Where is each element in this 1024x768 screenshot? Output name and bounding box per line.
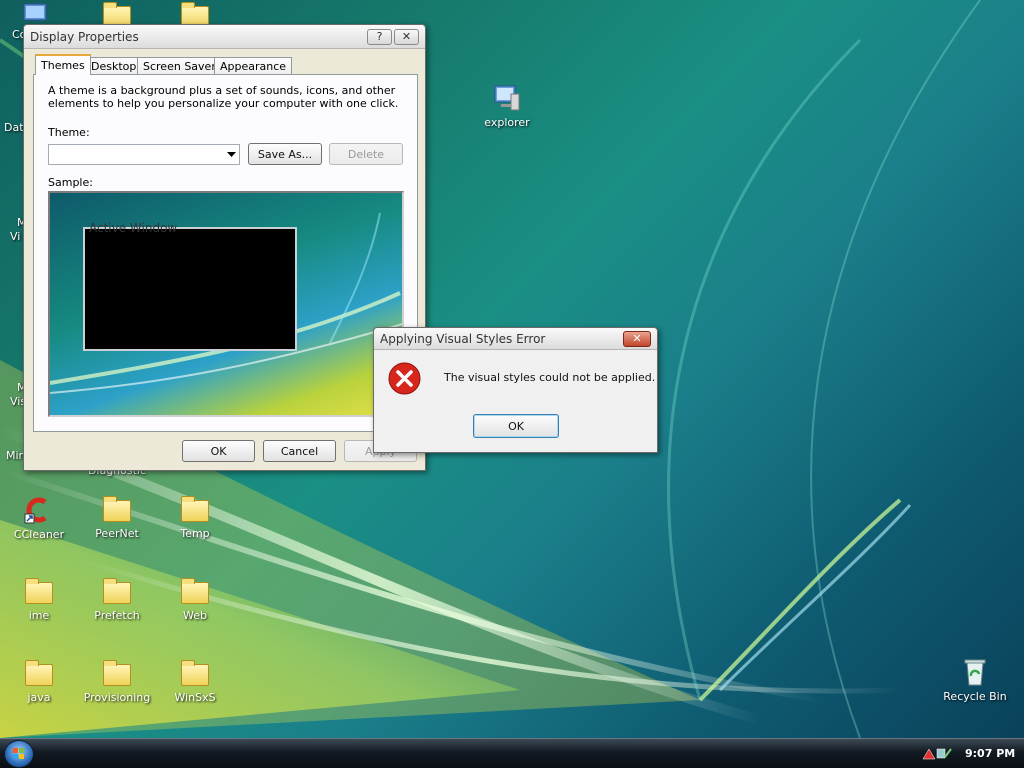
desktop-icon-label: Prefetch	[94, 609, 140, 622]
tab-themes[interactable]: Themes	[35, 54, 91, 75]
error-dialog-title: Applying Visual Styles Error	[380, 331, 546, 346]
cancel-button[interactable]: Cancel	[263, 440, 336, 462]
tab-appearance[interactable]: Appearance	[214, 57, 293, 75]
desktop-icon-label: explorer	[484, 116, 530, 129]
sample-active-window: Active Window	[83, 221, 297, 351]
themes-tab-page: A theme is a background plus a set of so…	[33, 74, 418, 432]
desktop-icon-label: Dat	[4, 121, 24, 134]
desktop-icon-ccleaner[interactable]: CCleaner	[1, 496, 77, 541]
theme-select[interactable]	[48, 144, 240, 165]
desktop-icon-explorer[interactable]: explorer	[469, 84, 545, 129]
error-ok-button[interactable]: OK	[473, 414, 559, 438]
desktop-icon-label: CCleaner	[13, 528, 65, 541]
folder-icon	[25, 660, 53, 686]
start-button[interactable]	[4, 740, 34, 768]
close-button[interactable]: ✕	[394, 28, 419, 45]
folder-icon	[103, 660, 131, 686]
theme-label: Theme:	[48, 126, 90, 139]
taskbar: 9:07 PM	[0, 738, 1024, 768]
folder-icon	[181, 496, 209, 522]
desktop-icon-java[interactable]: java	[1, 660, 77, 704]
tab-desktop[interactable]: Desktop	[85, 57, 143, 75]
window-title: Display Properties	[30, 29, 139, 44]
error-dialog-titlebar[interactable]: Applying Visual Styles Error ✕	[374, 328, 657, 350]
desktop-icon-web[interactable]: Web	[157, 578, 233, 622]
windows-logo-icon	[13, 748, 24, 759]
desktop-icon-label: PeerNet	[95, 527, 139, 540]
desktop-icon-label: Web	[183, 609, 207, 622]
desktop-icon-label: ime	[28, 609, 50, 622]
ccleaner-icon	[24, 497, 47, 524]
desktop-icon-label: WinSxS	[174, 691, 216, 704]
tab-screen-saver[interactable]: Screen Saver	[137, 57, 222, 75]
clock[interactable]: 9:07 PM	[965, 747, 1015, 760]
desktop-icon-label: Temp	[180, 527, 210, 540]
desktop-icon-label: Recycle Bin	[943, 690, 1007, 703]
folder-icon	[181, 578, 209, 604]
desktop-icon-peernet[interactable]: PeerNet	[79, 496, 155, 540]
error-icon	[388, 362, 421, 395]
folder-icon	[25, 578, 53, 604]
explorer-icon	[494, 85, 520, 111]
display-properties-window: Display Properties ? ✕ Themes Desktop Sc…	[23, 24, 426, 471]
desktop-icon-prefetch[interactable]: Prefetch	[79, 578, 155, 622]
system-tray-icons[interactable]	[921, 745, 955, 763]
themes-description: A theme is a background plus a set of so…	[48, 84, 399, 110]
folder-icon	[103, 496, 131, 522]
folder-icon	[103, 578, 131, 604]
desktop-icon-ime[interactable]: ime	[1, 578, 77, 622]
folder-icon	[181, 660, 209, 686]
theme-sample-preview: Active Window	[48, 191, 404, 417]
desktop-icon-label: java	[27, 691, 51, 704]
display-properties-titlebar[interactable]: Display Properties ? ✕	[24, 25, 425, 49]
recycle-bin-icon	[964, 659, 986, 686]
error-dialog: Applying Visual Styles Error ✕ The visua…	[373, 327, 658, 453]
desktop-icon-provisioning[interactable]: Provisioning	[79, 660, 155, 704]
save-as-button[interactable]: Save As...	[248, 143, 322, 165]
error-message: The visual styles could not be applied.	[444, 371, 656, 384]
ok-button[interactable]: OK	[182, 440, 255, 462]
chevron-down-icon	[227, 152, 236, 157]
sample-label: Sample:	[48, 176, 93, 189]
sample-active-window-title: Active Window	[89, 221, 178, 235]
desktop-icon-winsxs[interactable]: WinSxS	[157, 660, 233, 704]
desktop-icon-temp[interactable]: Temp	[157, 496, 233, 540]
desktop-icon-recycle-bin[interactable]: Recycle Bin	[937, 658, 1013, 703]
computer-icon	[23, 3, 47, 21]
delete-button[interactable]: Delete	[329, 143, 403, 165]
close-button[interactable]: ✕	[623, 330, 651, 347]
desktop-icon-label: Provisioning	[83, 691, 151, 704]
help-button[interactable]: ?	[367, 28, 392, 45]
